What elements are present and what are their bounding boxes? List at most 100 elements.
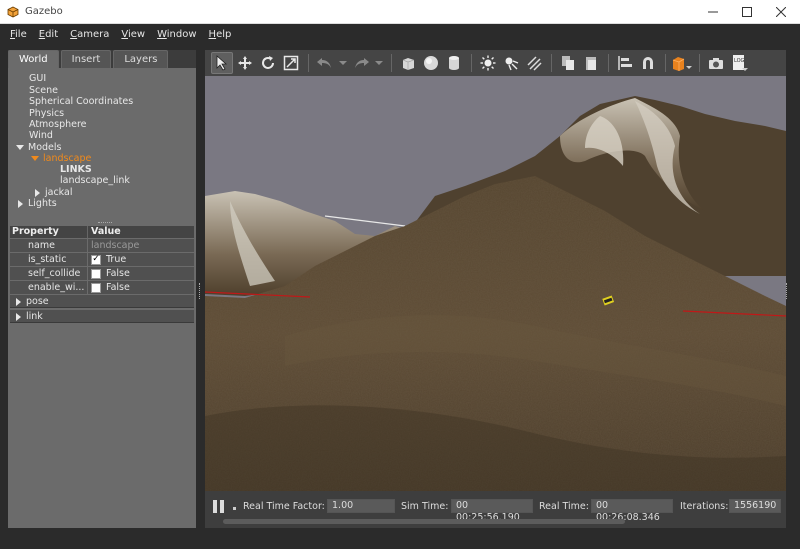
enable-wind-checkbox[interactable]: [91, 282, 101, 293]
prop-label: is_static: [10, 253, 88, 266]
menu-edit[interactable]: Edit: [33, 29, 64, 40]
title-bar: Gazebo: [0, 0, 800, 24]
prop-row-enable-wind: enable_wi... False: [10, 281, 194, 294]
snap-icon[interactable]: [637, 52, 659, 74]
align-icon[interactable]: [614, 52, 636, 74]
collapse-arrow-icon[interactable]: [16, 297, 21, 306]
tree-item-wind[interactable]: Wind: [29, 130, 53, 141]
real-time-label: Real Time:: [539, 501, 589, 512]
iterations-value: 1556190: [729, 499, 781, 513]
is-static-checkbox[interactable]: ✓: [91, 254, 101, 265]
tree-item-landscape-link[interactable]: landscape_link: [60, 175, 130, 186]
prop-value: True: [106, 254, 127, 265]
prop-label: enable_wi...: [10, 281, 88, 294]
menu-file[interactable]: File: [4, 29, 33, 40]
toolbar-separator: [391, 54, 392, 72]
collapse-arrow-icon[interactable]: [35, 188, 40, 197]
expand-arrow-icon[interactable]: [16, 145, 24, 150]
toolbar-separator: [471, 54, 472, 72]
collapse-arrow-icon[interactable]: [16, 312, 21, 321]
toolbar-separator: [699, 54, 700, 72]
box-icon[interactable]: [397, 52, 419, 74]
undo-icon[interactable]: [314, 52, 336, 74]
svg-text:LOG: LOG: [734, 58, 745, 64]
select-icon[interactable]: [211, 52, 233, 74]
sim-time-value: 00 00:25:56.190: [451, 499, 533, 523]
undo-dropdown-icon[interactable]: [337, 52, 349, 74]
prop-value: False: [106, 268, 130, 279]
tree-item-jackal[interactable]: jackal: [35, 187, 72, 198]
toolbar-separator: [665, 54, 666, 72]
prop-row-self-collide: self_collide False: [10, 267, 194, 280]
property-header: Property Value: [10, 226, 194, 238]
horizontal-scrollbar[interactable]: [223, 519, 625, 524]
maximize-icon[interactable]: [730, 0, 764, 24]
rtf-value: 1.00: [327, 499, 395, 513]
tree-item-models-label: Models: [28, 142, 62, 153]
tree-item-gui[interactable]: GUI: [29, 73, 46, 84]
minimize-icon[interactable]: [696, 0, 730, 24]
terrain-render: [205, 76, 786, 491]
close-icon[interactable]: [764, 0, 798, 24]
scene-viewport[interactable]: [205, 76, 786, 491]
menu-view[interactable]: View: [115, 29, 151, 40]
paste-icon[interactable]: [580, 52, 602, 74]
tab-layers[interactable]: Layers: [113, 50, 169, 68]
view-angle-icon[interactable]: [671, 52, 693, 74]
right-panel-resize-handle[interactable]: [786, 283, 789, 299]
toolbar-separator: [308, 54, 309, 72]
collapse-arrow-icon[interactable]: [18, 199, 23, 208]
menu-camera[interactable]: Camera: [64, 29, 115, 40]
prop-group-link[interactable]: link: [10, 310, 194, 323]
spot-light-icon[interactable]: [500, 52, 522, 74]
tree-item-atmosphere[interactable]: Atmosphere: [29, 119, 87, 130]
tab-insert[interactable]: Insert: [60, 50, 112, 68]
tree-item-links: LINKS: [60, 164, 92, 175]
copy-icon[interactable]: [557, 52, 579, 74]
menu-help[interactable]: Help: [203, 29, 238, 40]
prop-value: False: [106, 282, 130, 293]
screenshot-icon[interactable]: [705, 52, 727, 74]
property-column-header: Property: [10, 226, 88, 238]
tree-item-scene[interactable]: Scene: [29, 85, 58, 96]
menu-window[interactable]: Window: [151, 29, 202, 40]
prop-group-pose[interactable]: pose: [10, 295, 194, 308]
directional-light-icon[interactable]: [523, 52, 545, 74]
prop-label: name: [10, 239, 88, 252]
point-light-icon[interactable]: [477, 52, 499, 74]
prop-group-label: link: [26, 311, 43, 322]
tree-item-lights-label: Lights: [28, 198, 57, 209]
prop-row-is-static: is_static ✓ True: [10, 253, 194, 266]
expand-arrow-icon[interactable]: [31, 156, 39, 161]
tab-world[interactable]: World: [8, 50, 59, 68]
prop-row-name: name landscape: [10, 239, 194, 252]
tree-item-spherical-coordinates[interactable]: Spherical Coordinates: [29, 96, 133, 107]
scale-icon[interactable]: [280, 52, 302, 74]
tree-item-models[interactable]: Models: [16, 142, 61, 153]
cylinder-icon[interactable]: [443, 52, 465, 74]
translate-icon[interactable]: [234, 52, 256, 74]
world-tree: GUI Scene Spherical Coordinates Physics …: [8, 68, 196, 226]
sphere-icon[interactable]: [420, 52, 442, 74]
left-panel: World Insert Layers GUI Scene Spherical …: [8, 50, 196, 528]
redo-icon[interactable]: [350, 52, 372, 74]
redo-dropdown-icon[interactable]: [373, 52, 385, 74]
pause-icon[interactable]: [213, 500, 225, 513]
panel-resize-handle[interactable]: [199, 283, 202, 299]
rtf-label: Real Time Factor:: [243, 501, 325, 512]
panel-splitter[interactable]: [98, 222, 112, 224]
tree-item-jackal-label: jackal: [45, 187, 73, 198]
real-time-value: 00 00:26:08.346: [591, 499, 673, 523]
step-icon[interactable]: [233, 507, 236, 510]
tree-item-landscape[interactable]: landscape: [31, 153, 91, 164]
menu-bar: File Edit Camera View Window Help: [0, 24, 800, 44]
sim-time-label: Sim Time:: [401, 501, 449, 512]
log-icon[interactable]: LOG: [728, 52, 750, 74]
tree-item-physics[interactable]: Physics: [29, 108, 64, 119]
property-panel: Property Value name landscape is_static …: [8, 226, 196, 528]
rotate-icon[interactable]: [257, 52, 279, 74]
toolbar-separator: [551, 54, 552, 72]
tree-item-lights[interactable]: Lights: [18, 198, 57, 209]
prop-group-label: pose: [26, 296, 49, 307]
self-collide-checkbox[interactable]: [91, 268, 101, 279]
